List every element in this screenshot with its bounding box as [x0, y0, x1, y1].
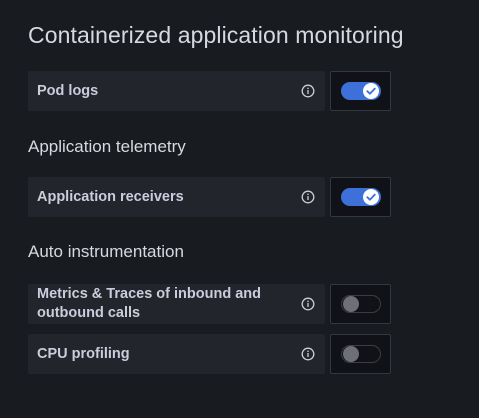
metrics-traces-toggle[interactable]	[340, 295, 381, 313]
application-receivers-toggle[interactable]	[340, 188, 381, 206]
pod-logs-toggle[interactable]	[340, 82, 381, 100]
page-title: Containerized application monitoring	[28, 22, 404, 48]
toggle-knob	[342, 346, 359, 362]
toggle-container-pod-logs	[330, 71, 391, 111]
info-icon[interactable]	[301, 297, 315, 311]
toggle-knob	[362, 83, 379, 99]
setting-label-pod-logs: Pod logs	[37, 82, 99, 99]
page: Containerized application monitoring Pod…	[0, 0, 479, 418]
toggle-knob	[362, 189, 379, 205]
info-icon[interactable]	[301, 84, 315, 98]
section-title-application-telemetry: Application telemetry	[28, 137, 186, 156]
setting-row-pod-logs: Pod logs	[28, 71, 479, 111]
toggle-container-application-receivers	[330, 177, 391, 217]
setting-row-metrics-traces: Metrics & Traces of inbound and outbound…	[28, 284, 479, 324]
info-icon[interactable]	[301, 347, 315, 361]
setting-label-metrics-traces: Metrics & Traces of inbound and outbound…	[37, 286, 261, 321]
setting-label-box: Metrics & Traces of inbound and outbound…	[28, 284, 325, 324]
setting-label-box: CPU profiling	[28, 334, 325, 374]
setting-label-box: Pod logs	[28, 71, 325, 111]
setting-row-application-receivers: Application receivers	[28, 177, 479, 217]
setting-label-application-receivers: Application receivers	[37, 188, 184, 205]
setting-label-box: Application receivers	[28, 177, 325, 217]
toggle-knob	[342, 296, 359, 312]
cpu-profiling-toggle[interactable]	[340, 345, 381, 363]
info-icon[interactable]	[301, 190, 315, 204]
toggle-container-metrics-traces	[330, 284, 391, 324]
checkmark-icon	[365, 193, 376, 201]
section-title-auto-instrumentation: Auto instrumentation	[28, 242, 184, 261]
setting-label-cpu-profiling: CPU profiling	[37, 345, 130, 362]
checkmark-icon	[365, 87, 376, 95]
setting-row-cpu-profiling: CPU profiling	[28, 334, 479, 374]
toggle-container-cpu-profiling	[330, 334, 391, 374]
